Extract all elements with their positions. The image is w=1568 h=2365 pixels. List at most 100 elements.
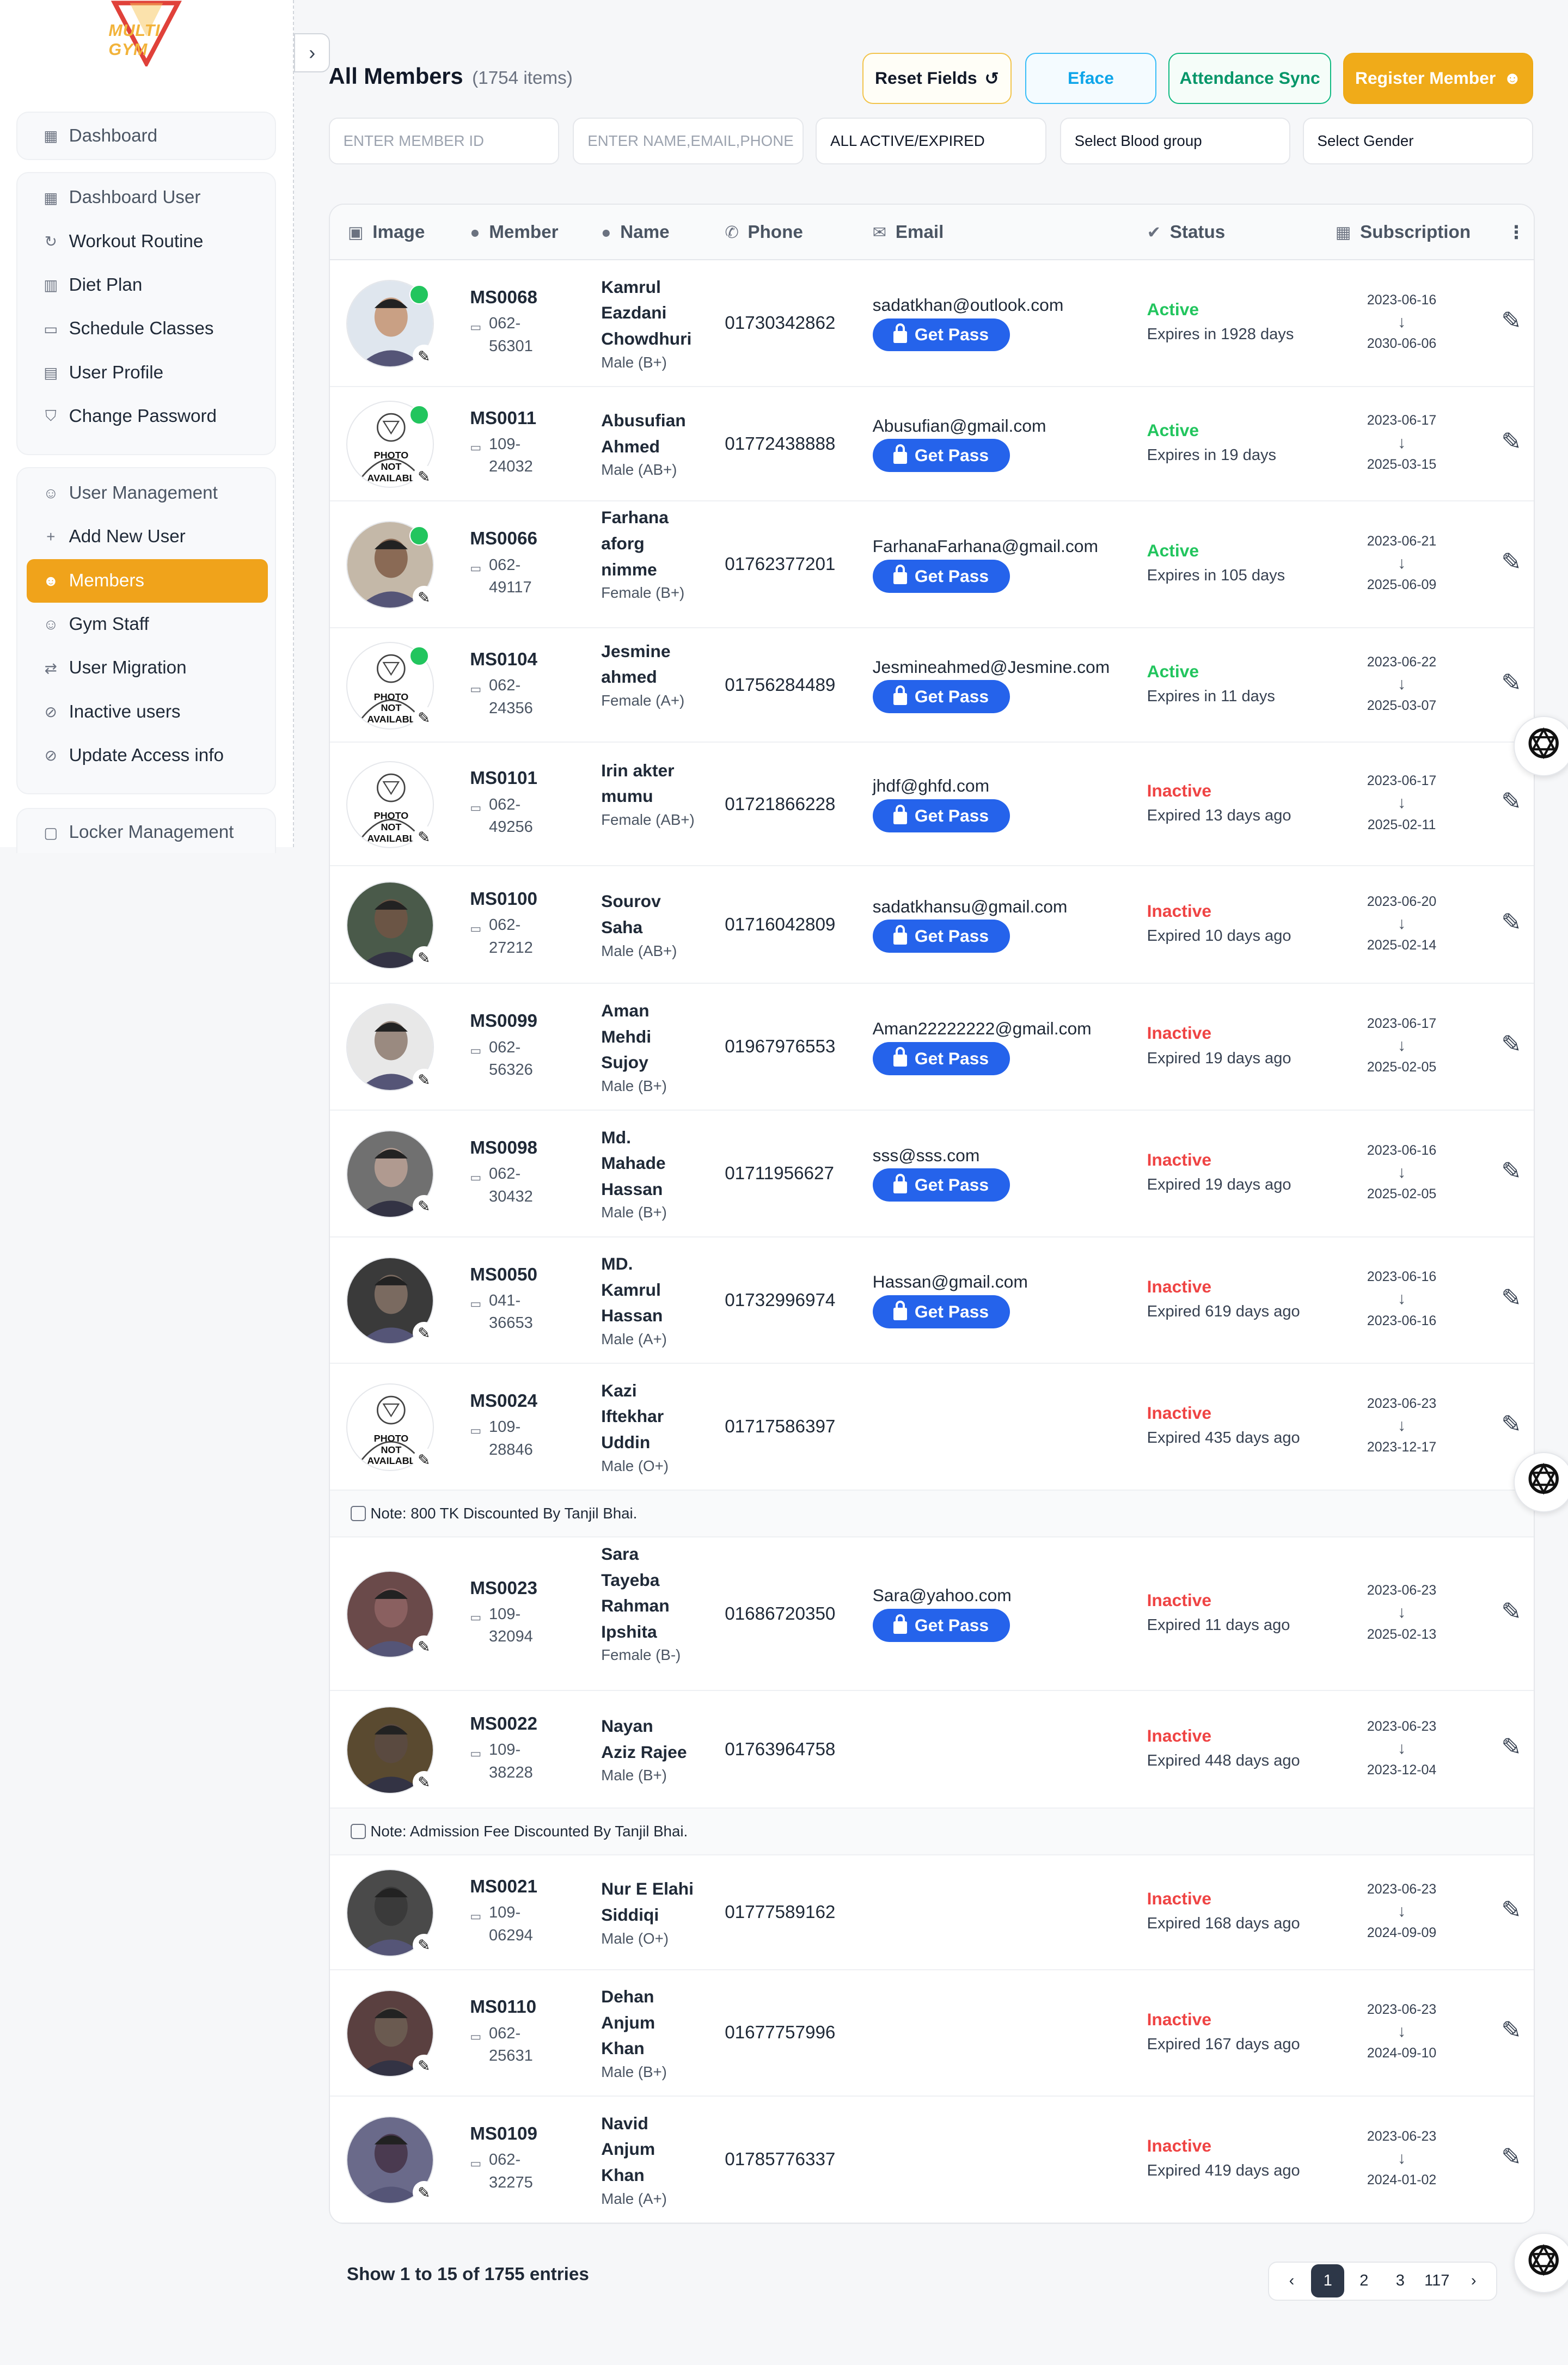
edit-icon[interactable]: ✎ — [1501, 1284, 1521, 1312]
brand-logo[interactable]: MULTI GYM — [100, 0, 193, 69]
edit-icon[interactable]: ✎ — [1501, 1896, 1521, 1924]
column-subscription[interactable]: ▦ Subscription — [1336, 205, 1471, 260]
table-row[interactable]: ✎ MS0066 ▭ 062- 49117 Farhana aforg nimme F… — [329, 501, 1534, 628]
get-pass-button[interactable]: Get Pass — [872, 439, 1010, 472]
get-pass-button[interactable]: Get Pass — [872, 799, 1010, 832]
sidebar-item-diet-plan[interactable]: ▥ Diet Plan — [27, 264, 268, 307]
edit-photo-icon[interactable]: ✎ — [412, 946, 436, 969]
table-row[interactable]: ✎ MS0022 ▭ 109- 38228 Nayan Aziz Rajee Mal… — [329, 1691, 1534, 1809]
edit-icon[interactable]: ✎ — [1501, 1598, 1521, 1626]
attendance-sync-button[interactable]: Attendance Sync — [1168, 52, 1332, 105]
table-row[interactable]: ✎ MS0109 ▭ 062- 32275 Navid Anjum Khan Male… — [329, 2097, 1534, 2223]
status-select[interactable]: ALL ACTIVE/EXPIRED — [816, 117, 1046, 164]
edit-photo-icon[interactable]: ✎ — [412, 2181, 436, 2204]
table-row[interactable]: ✎ MS0023 ▭ 109- 32094 Sara Tayeba Rahman Ips… — [329, 1537, 1534, 1692]
edit-icon[interactable]: ✎ — [1501, 1157, 1521, 1185]
page-117-button[interactable]: 117 — [1420, 2264, 1454, 2297]
edit-photo-icon[interactable]: ✎ — [412, 1448, 436, 1471]
sidebar-item-schedule-classes[interactable]: ▭ Schedule Classes — [27, 307, 268, 351]
member-id[interactable]: MS0022 — [470, 1714, 575, 1735]
sidebar-item-user-management[interactable]: ☺ User Management — [27, 471, 268, 515]
table-row[interactable]: ✎ MS0068 ▭ 062- 56301 Kamrul Eazdani Chowdh… — [329, 260, 1534, 387]
column-image[interactable]: ▣ Image — [348, 205, 425, 260]
assistant-float-button[interactable] — [1514, 716, 1568, 777]
column-name[interactable]: ● Name — [601, 205, 670, 260]
prev-page-button[interactable]: ‹ — [1275, 2264, 1308, 2297]
get-pass-button[interactable]: Get Pass — [872, 1608, 1010, 1642]
member-id[interactable]: MS0099 — [470, 1011, 575, 1032]
edit-photo-icon[interactable]: ✎ — [412, 1934, 436, 1957]
edit-icon[interactable]: ✎ — [1501, 788, 1521, 816]
member-id[interactable]: MS0011 — [470, 408, 575, 429]
sidebar-item-user-profile[interactable]: ▤ User Profile — [27, 351, 268, 394]
edit-icon[interactable]: ✎ — [1501, 2143, 1521, 2171]
table-row[interactable]: ✎ MS0050 ▭ 041- 36653 MD. Kamrul Hassan Mal… — [329, 1237, 1534, 1364]
edit-photo-icon[interactable]: ✎ — [412, 2054, 436, 2078]
get-pass-button[interactable]: Get Pass — [872, 559, 1010, 593]
get-pass-button[interactable]: Get Pass — [872, 1041, 1010, 1075]
gender-select[interactable]: Select Gender — [1302, 117, 1534, 164]
edit-icon[interactable]: ✎ — [1501, 428, 1521, 456]
get-pass-button[interactable]: Get Pass — [872, 920, 1010, 953]
sidebar-item-gym-staff[interactable]: ☺ Gym Staff — [27, 603, 268, 646]
column-member[interactable]: ● Member — [470, 205, 558, 260]
edit-photo-icon[interactable]: ✎ — [412, 345, 436, 367]
member-id[interactable]: MS0104 — [470, 650, 575, 670]
edit-icon[interactable]: ✎ — [1501, 909, 1521, 936]
member-id[interactable]: MS0021 — [470, 1877, 575, 1897]
edit-photo-icon[interactable]: ✎ — [412, 1771, 436, 1794]
member-id[interactable]: MS0101 — [470, 768, 575, 789]
get-pass-button[interactable]: Get Pass — [872, 680, 1010, 714]
next-page-button[interactable]: › — [1457, 2264, 1490, 2297]
member-id[interactable]: MS0068 — [470, 287, 575, 308]
column-phone[interactable]: ✆ Phone — [725, 205, 803, 260]
edit-photo-icon[interactable]: ✎ — [412, 1321, 436, 1345]
edit-icon[interactable]: ✎ — [1501, 1031, 1521, 1058]
column-status[interactable]: ✔ Status — [1147, 205, 1226, 260]
sidebar-collapse-button[interactable]: › — [293, 33, 330, 72]
get-pass-button[interactable]: Get Pass — [872, 1168, 1010, 1202]
table-row[interactable]: ✎ MS0100 ▭ 062- 27212 Sourov Saha Male (AB… — [329, 867, 1534, 984]
edit-photo-icon[interactable]: ✎ — [412, 1635, 436, 1658]
sidebar-item-add-new-user[interactable]: + Add New User — [27, 515, 268, 559]
member-id-input[interactable]: ENTER MEMBER ID — [328, 117, 560, 164]
table-row[interactable]: PHOTO NOT AVAILABL ✎ MS0011 ▭ 109- 24032 … — [329, 387, 1534, 502]
member-id[interactable]: MS0023 — [470, 1578, 575, 1599]
edit-icon[interactable]: ✎ — [1501, 307, 1521, 335]
edit-icon[interactable]: ✎ — [1501, 1733, 1521, 1761]
sidebar-item-change-password[interactable]: ⛉ Change Password — [27, 395, 268, 438]
sidebar-item-workout-routine[interactable]: ↻ Workout Routine — [27, 220, 268, 264]
edit-icon[interactable]: ✎ — [1501, 1411, 1521, 1438]
table-row[interactable]: PHOTO NOT AVAILABL ✎ MS0024 ▭ 109- 28846 … — [329, 1364, 1534, 1491]
sidebar-item-locker-management[interactable]: ▢ Locker Management — [27, 811, 268, 854]
member-id[interactable]: MS0098 — [470, 1138, 575, 1159]
table-row[interactable]: ✎ MS0098 ▭ 062- 30432 Md. Mahade Hassan Mal… — [329, 1111, 1534, 1237]
edit-photo-icon[interactable]: ✎ — [412, 1068, 436, 1092]
table-row[interactable]: PHOTO NOT AVAILABL ✎ MS0101 ▭ 062- 49256 … — [329, 743, 1534, 867]
assistant-float-button[interactable] — [1514, 1451, 1568, 1512]
edit-photo-icon[interactable]: ✎ — [412, 586, 436, 609]
sidebar-item-inactive-users[interactable]: ⊘ Inactive users — [27, 690, 268, 734]
sidebar-item-update-access[interactable]: ⊘ Update Access info — [27, 734, 268, 777]
table-row[interactable]: ✎ MS0110 ▭ 062- 25631 Dehan Anjum Khan Male… — [329, 1970, 1534, 2097]
get-pass-button[interactable]: Get Pass — [872, 1295, 1010, 1328]
member-id[interactable]: MS0109 — [470, 2124, 575, 2145]
table-row[interactable]: PHOTO NOT AVAILABL ✎ MS0104 ▭ 062- 24356 … — [329, 628, 1534, 743]
sidebar-item-user-migration[interactable]: ⇄ User Migration — [27, 646, 268, 690]
edit-icon[interactable]: ✎ — [1501, 2017, 1521, 2044]
eface-button[interactable]: Eface — [1025, 52, 1156, 105]
blood-group-select[interactable]: Select Blood group — [1059, 117, 1291, 164]
reset-fields-button[interactable]: Reset Fields ↺ — [862, 52, 1012, 105]
sidebar-item-dashboard[interactable]: ▦ Dashboard — [27, 114, 268, 158]
sidebar-item-members[interactable]: ☻ Members — [27, 559, 268, 603]
member-id[interactable]: MS0100 — [470, 889, 575, 910]
page-1-button[interactable]: 1 — [1311, 2264, 1345, 2298]
edit-photo-icon[interactable]: ✎ — [412, 1195, 436, 1218]
member-id[interactable]: MS0050 — [470, 1265, 575, 1285]
member-id[interactable]: MS0110 — [470, 1997, 575, 2018]
table-row[interactable]: ✎ MS0099 ▭ 062- 56326 Aman Mehdi Sujoy Male… — [329, 984, 1534, 1111]
edit-icon[interactable]: ✎ — [1501, 548, 1521, 576]
member-id[interactable]: MS0066 — [470, 529, 575, 549]
edit-icon[interactable]: ✎ — [1501, 669, 1521, 697]
column-menu[interactable]: ⋮ — [1507, 205, 1525, 260]
